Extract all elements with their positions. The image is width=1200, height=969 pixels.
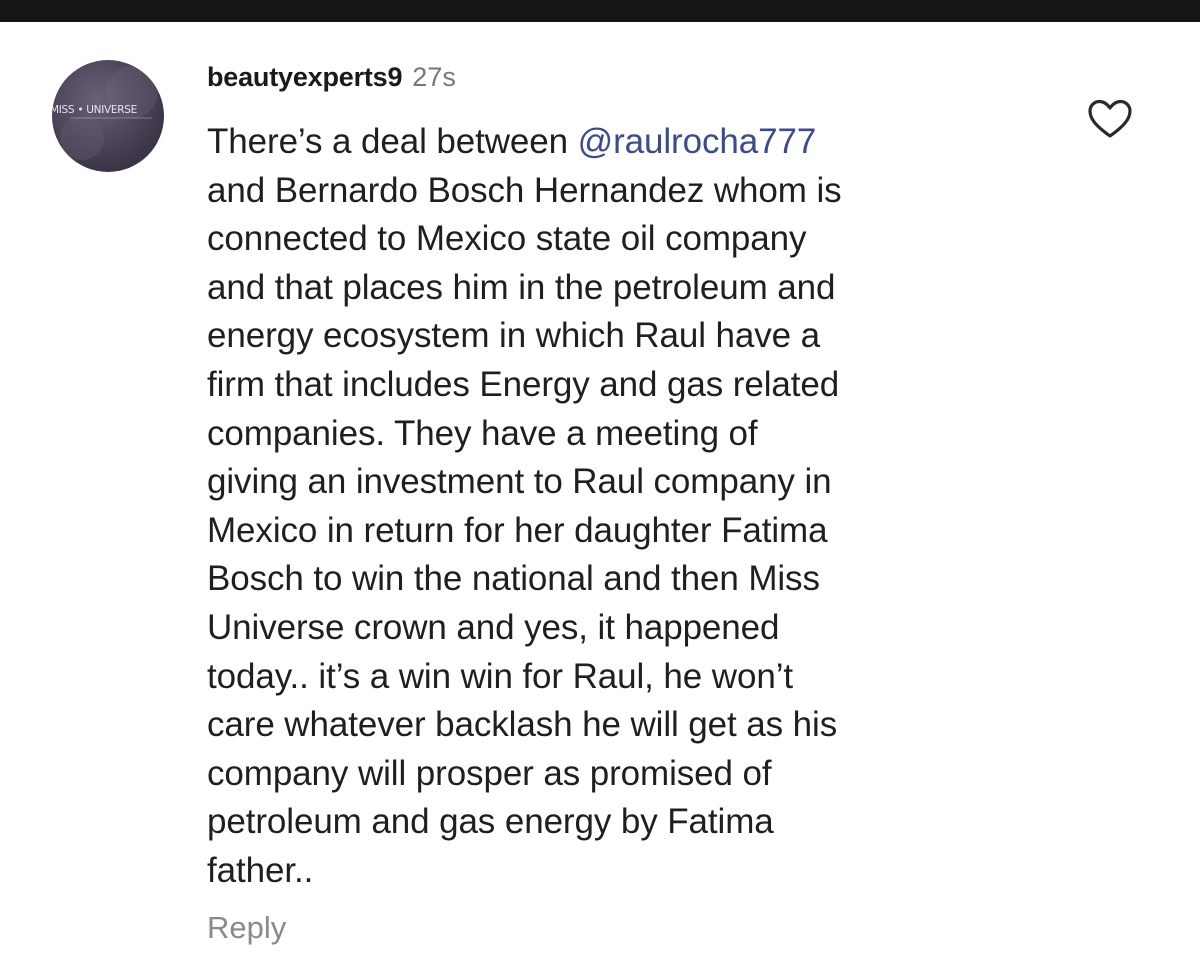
comment-line: companies. They have a meeting of xyxy=(207,413,758,453)
comment-meta: beautyexperts9 27s xyxy=(207,62,1027,102)
comment-line: energy ecosystem in which Raul have a xyxy=(207,316,821,356)
comment-line: and that places him in the petroleum and xyxy=(207,267,836,307)
comment-line: connected to Mexico state oil company xyxy=(207,219,807,259)
comment: beautyexperts9 27s There’s a deal betwee… xyxy=(207,62,1027,896)
comment-line: firm that includes Energy and gas relate… xyxy=(207,364,840,404)
comment-text: There’s a deal between xyxy=(207,122,578,161)
comment-line: today.. it’s a win win for Raul, he won’… xyxy=(207,656,793,696)
comment-line: petroleum and gas energy by Fatima xyxy=(207,802,774,842)
comment-line: company will prosper as promised of xyxy=(207,753,772,793)
avatar[interactable]: MISS • UNIVERSE xyxy=(52,60,164,172)
heart-outline-icon xyxy=(1088,99,1132,138)
like-button[interactable] xyxy=(1086,96,1134,144)
mention-link[interactable]: @raulrocha777 xyxy=(578,122,817,161)
top-bar xyxy=(0,0,1200,22)
comment-line: father.. xyxy=(207,850,314,890)
reply-button[interactable]: Reply xyxy=(207,910,286,946)
comment-line: Bosch to win the national and then Miss xyxy=(207,559,820,599)
username[interactable]: beautyexperts9 xyxy=(207,62,402,93)
avatar-logo-image: MISS • UNIVERSE xyxy=(52,66,158,160)
comment-line: and Bernardo Bosch Hernandez whom is xyxy=(207,170,842,210)
avatar-logo-text: MISS • UNIVERSE xyxy=(52,104,137,116)
comment-line: care whatever backlash he will get as hi… xyxy=(207,705,838,745)
comment-line: giving an investment to Raul company in xyxy=(207,462,832,502)
comment-body: There’s a deal between @raulrocha777 and… xyxy=(207,118,1027,896)
timestamp: 27s xyxy=(412,62,456,92)
comment-line: Universe crown and yes, it happened xyxy=(207,607,780,647)
comment-line: Mexico in return for her daughter Fatima xyxy=(207,510,828,550)
comment-line: There’s a deal between @raulrocha777 xyxy=(207,118,1027,167)
